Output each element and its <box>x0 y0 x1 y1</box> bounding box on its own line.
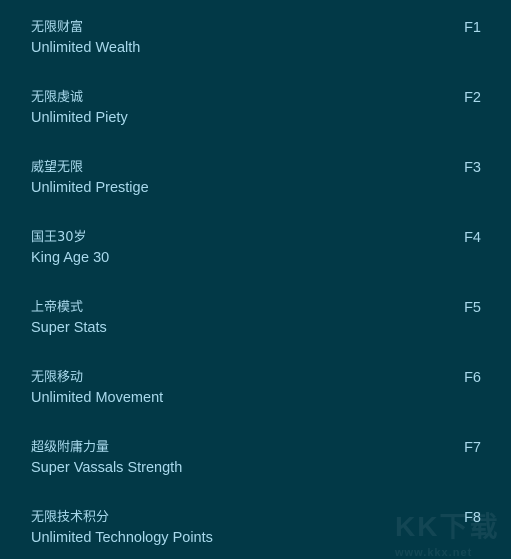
cheat-name-en: Unlimited Technology Points <box>31 530 213 546</box>
cheat-name-en: Unlimited Wealth <box>31 40 141 56</box>
hotkey-label: F4 <box>464 230 481 246</box>
cheat-name-en: Super Vassals Strength <box>31 460 183 476</box>
hotkey-label: F5 <box>464 300 481 316</box>
watermark-url: www.kkx.net <box>395 547 473 559</box>
watermark-logo-text: KK下载 <box>395 511 500 542</box>
hotkey-label: F1 <box>464 20 481 36</box>
cheat-name-en: Super Stats <box>31 320 107 336</box>
hotkey-label: F7 <box>464 440 481 456</box>
cheat-name-cn: 上帝模式 <box>31 300 84 315</box>
cheat-name-cn: 威望无限 <box>31 160 84 175</box>
cheat-item: 上帝模式 Super Stats F5 <box>31 290 481 340</box>
cheat-item: 无限财富 Unlimited Wealth F1 <box>31 10 481 60</box>
cheat-name-en: King Age 30 <box>31 250 110 266</box>
hotkey-label: F3 <box>464 160 481 176</box>
cheat-item: 国王30岁 King Age 30 F4 <box>31 220 481 270</box>
cheat-item: 超级附庸力量 Super Vassals Strength F7 <box>31 430 481 480</box>
cheat-name-cn: 超级附庸力量 <box>31 440 110 455</box>
cheat-name-en: Unlimited Movement <box>31 390 164 406</box>
cheat-name-cn: 国王30岁 <box>31 230 87 245</box>
cheat-name-en: Unlimited Piety <box>31 110 128 126</box>
cheat-name-cn: 无限虔诚 <box>31 90 84 105</box>
hotkey-label: F6 <box>464 370 481 386</box>
cheat-name-cn: 无限技术积分 <box>31 510 110 525</box>
cheat-name-en: Unlimited Prestige <box>31 180 149 196</box>
cheat-item: 威望无限 Unlimited Prestige F3 <box>31 150 481 200</box>
hotkey-label: F2 <box>464 90 481 106</box>
cheat-name-cn: 无限财富 <box>31 20 84 35</box>
cheat-item: 无限移动 Unlimited Movement F6 <box>31 360 481 410</box>
watermark-logo: KK下载 www.kkx.net <box>395 505 499 559</box>
cheat-item: 无限虔诚 Unlimited Piety F2 <box>31 80 481 130</box>
cheat-name-cn: 无限移动 <box>31 370 84 385</box>
